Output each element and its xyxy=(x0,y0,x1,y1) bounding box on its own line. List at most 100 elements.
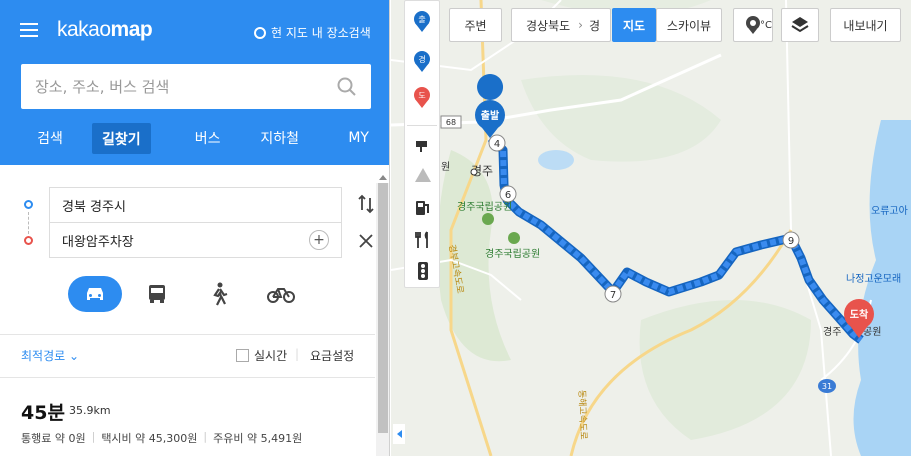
bike-icon xyxy=(267,288,295,303)
map-view-button[interactable]: 지도 xyxy=(612,8,656,42)
weather-button[interactable]: °C xyxy=(733,8,773,42)
map-canvas[interactable]: 4 6 7 9 68 31 경주 경주국립공원 경주국립공원 나정고운모래 오류… xyxy=(391,0,911,456)
road-shield-31: 31 xyxy=(818,379,836,393)
restaurant-icon[interactable] xyxy=(415,231,431,253)
taxi-cost: 택시비 약 45,300원 xyxy=(101,432,198,445)
divider xyxy=(0,334,375,335)
destination-dot-icon xyxy=(24,236,33,245)
fare-setting-link[interactable]: 요금설정 xyxy=(310,347,354,364)
layers-button[interactable] xyxy=(781,8,819,42)
tab-directions[interactable]: 길찾기 xyxy=(92,123,151,154)
fuel-cost: 주유비 약 5,491원 xyxy=(213,432,303,445)
nearby-search-toggle[interactable]: 현 지도 내 장소검색 xyxy=(254,24,371,41)
separator: | xyxy=(91,430,96,443)
tab-bar: 검색 길찾기 버스 지하철 MY xyxy=(0,122,389,154)
logo[interactable]: kakaomap xyxy=(57,18,153,42)
waypoint-6[interactable]: 6 xyxy=(499,185,517,203)
sidebar: kakaomap 현 지도 내 장소검색 검색 길찾기 버스 지하철 MY 경북… xyxy=(0,0,390,456)
place-label: 경주 xyxy=(823,325,841,338)
road-shield-68: 68 xyxy=(440,115,462,129)
road-label: 동해고속도로 xyxy=(576,390,589,440)
park-icon xyxy=(482,213,494,225)
place-label: 경주국립공원 xyxy=(485,247,540,260)
gas-station-icon[interactable] xyxy=(415,199,431,221)
result-distance: 35.9km xyxy=(69,404,111,417)
waypoint-4[interactable]: 4 xyxy=(488,134,506,152)
map-graphic[interactable]: 4 6 7 9 68 31 경주 경주국립공원 경주국립공원 나정고운모래 오류… xyxy=(391,0,911,456)
scrollbar-thumb[interactable] xyxy=(378,183,388,433)
nearby-button[interactable]: 주변 xyxy=(449,8,502,42)
car-mode-button[interactable] xyxy=(68,276,122,312)
separator: | xyxy=(203,430,208,443)
waypoint-9[interactable]: 9 xyxy=(782,231,800,249)
swap-icon[interactable] xyxy=(358,194,374,214)
menu-icon[interactable] xyxy=(20,23,38,37)
origin-pin-icon[interactable]: 출 xyxy=(413,11,431,33)
start-marker[interactable]: 출발 xyxy=(475,74,505,138)
result-time: 45분 xyxy=(21,402,65,424)
cctv-icon[interactable] xyxy=(415,138,431,157)
layers-icon xyxy=(791,17,809,33)
toll-cost: 통행료 약 0원 xyxy=(21,432,86,445)
city-icon xyxy=(470,168,478,176)
add-waypoint-icon[interactable]: + xyxy=(309,230,329,250)
origin-dot-icon xyxy=(24,200,33,209)
bike-mode-button[interactable] xyxy=(254,276,308,312)
svg-text:9: 9 xyxy=(788,236,794,247)
warning-icon[interactable] xyxy=(414,167,432,187)
header-bar: kakaomap 현 지도 내 장소검색 검색 길찾기 버스 지하철 MY xyxy=(0,0,389,165)
bus-icon xyxy=(149,285,165,303)
place-label: 경주국립공원 xyxy=(457,200,512,213)
svg-text:6: 6 xyxy=(505,190,511,201)
checkbox-icon xyxy=(236,349,249,362)
park-icon xyxy=(508,232,520,244)
place-label: 원 xyxy=(441,161,450,173)
tab-search[interactable]: 검색 xyxy=(20,122,80,154)
destination-pin-icon[interactable]: 도 xyxy=(413,87,431,109)
place-label: 오류고아 xyxy=(871,205,908,217)
svg-text:68: 68 xyxy=(446,118,456,127)
chevron-right-icon: › xyxy=(578,18,583,32)
bus-mode-button[interactable] xyxy=(130,276,184,312)
svg-text:31: 31 xyxy=(822,382,832,391)
scrollbar[interactable] xyxy=(376,183,389,456)
car-icon xyxy=(87,288,103,300)
svg-text:출: 출 xyxy=(418,14,425,24)
breadcrumb[interactable]: 경상북도 › 경 xyxy=(511,8,611,42)
search-icon[interactable] xyxy=(337,77,357,97)
sea xyxy=(853,120,911,456)
divider-pipe: | xyxy=(295,347,300,361)
svg-text:경: 경 xyxy=(418,54,425,64)
route-type-dropdown[interactable]: 최적경로 ⌄ xyxy=(21,347,79,364)
skyview-button[interactable]: 스카이뷰 xyxy=(656,8,722,42)
result-costs: 통행료 약 0원 | 택시비 약 45,300원 | 주유비 약 5,491원 xyxy=(21,430,302,446)
tab-bus[interactable]: 버스 xyxy=(173,122,243,154)
walk-icon xyxy=(213,282,228,306)
svg-text:4: 4 xyxy=(494,139,500,150)
route-connector xyxy=(28,212,29,234)
destination-field[interactable]: 대왕암주차장 + xyxy=(49,222,342,258)
waypoint-pin-icon[interactable]: 경 xyxy=(413,51,431,73)
walk-mode-button[interactable] xyxy=(192,276,246,312)
scroll-up-icon[interactable] xyxy=(379,175,387,180)
place-label: 나정고운모래 xyxy=(846,273,901,285)
transport-modes xyxy=(68,276,316,312)
tab-my[interactable]: MY xyxy=(329,122,389,154)
realtime-checkbox[interactable]: 실시간 xyxy=(236,347,287,364)
svg-text:도착: 도착 xyxy=(850,308,869,321)
close-icon[interactable] xyxy=(359,234,373,248)
search-input[interactable] xyxy=(35,77,337,96)
waypoint-7[interactable]: 7 xyxy=(604,285,622,303)
export-button[interactable]: 내보내기 xyxy=(830,8,901,42)
origin-field[interactable]: 경북 경주시 xyxy=(49,187,342,223)
tab-subway[interactable]: 지하철 xyxy=(245,122,315,154)
map-tool-strip: 출 경 도 xyxy=(404,0,440,288)
traffic-light-icon[interactable] xyxy=(416,262,430,284)
svg-text:도: 도 xyxy=(418,91,425,100)
radio-icon xyxy=(254,26,266,39)
collapse-sidebar-icon[interactable] xyxy=(393,424,405,444)
search-box[interactable] xyxy=(21,64,371,109)
divider xyxy=(0,377,375,378)
svg-text:7: 7 xyxy=(610,290,616,301)
svg-text:출발: 출발 xyxy=(481,109,500,122)
